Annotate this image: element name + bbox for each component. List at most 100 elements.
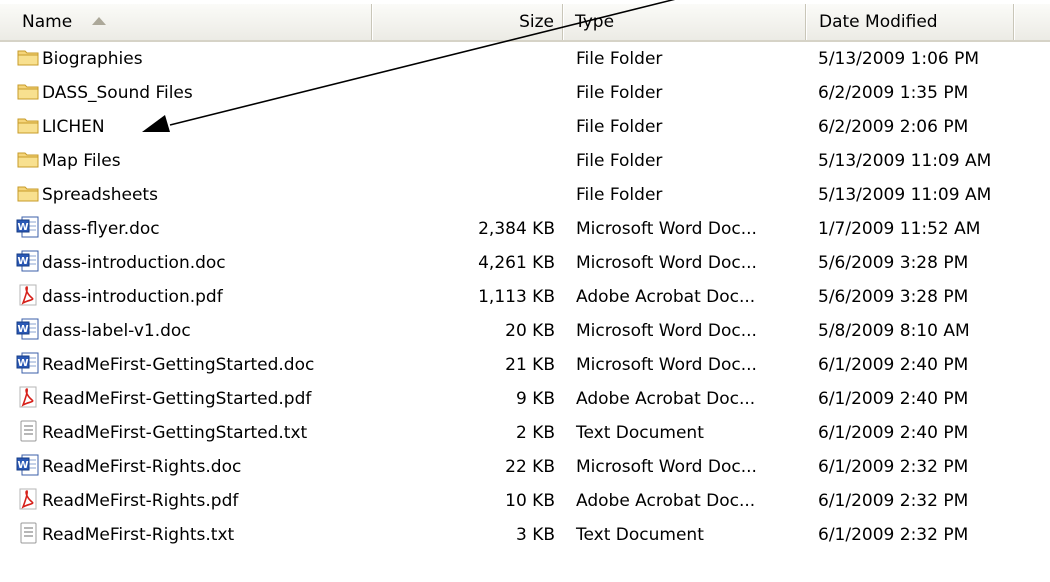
file-size: 21 KB [505, 355, 555, 375]
file-type: File Folder [576, 49, 663, 69]
file-name-cell[interactable]: W dass-label-v1.doc [16, 314, 376, 348]
file-name-cell[interactable]: W dass-flyer.doc [16, 212, 376, 246]
column-header-type[interactable]: Type [563, 4, 806, 40]
folder-icon [16, 147, 40, 171]
file-name: ReadMeFirst-Rights.doc [42, 457, 242, 477]
file-name-cell[interactable]: W ReadMeFirst-Rights.doc [16, 450, 376, 484]
file-type: Adobe Acrobat Doc... [576, 389, 756, 409]
file-date-modified: 5/6/2009 3:28 PM [818, 287, 969, 307]
file-name-cell[interactable]: ReadMeFirst-GettingStarted.pdf [16, 382, 376, 416]
file-date-modified: 5/8/2009 8:10 AM [818, 321, 970, 341]
file-size [372, 110, 555, 144]
file-size: 9 KB [515, 389, 555, 409]
file-date-modified: 6/1/2009 2:32 PM [818, 491, 969, 511]
text-doc-icon [16, 419, 40, 443]
word-doc-icon: W [16, 215, 40, 239]
file-name: ReadMeFirst-Rights.pdf [42, 491, 239, 511]
file-date-modified: 6/2/2009 1:35 PM [818, 83, 969, 103]
file-name: Map Files [42, 151, 121, 171]
file-name-cell[interactable]: LICHEN [16, 110, 376, 144]
column-header-bar: Name Size Type Date Modified [0, 4, 1050, 42]
file-name-cell[interactable]: DASS_Sound Files [16, 76, 376, 110]
file-size: 2 KB [515, 423, 555, 443]
file-name: dass-flyer.doc [42, 219, 160, 239]
file-date-modified: 5/13/2009 11:09 AM [818, 185, 992, 205]
file-row[interactable]: ReadMeFirst-GettingStarted.pdf 9 KB Adobe … [0, 382, 1050, 416]
column-header-date-modified[interactable]: Date Modified [806, 4, 1014, 40]
word-doc-icon: W [16, 453, 40, 477]
file-name-cell[interactable]: ReadMeFirst-Rights.pdf [16, 484, 376, 518]
file-size: 4,261 KB [478, 253, 555, 273]
file-name: Spreadsheets [42, 185, 158, 205]
column-header-size-label: Size [519, 12, 554, 32]
file-row[interactable]: W dass-introduction.doc 4,261 KB Microsoft… [0, 246, 1050, 280]
word-doc-icon: W [16, 317, 40, 341]
file-name: ReadMeFirst-GettingStarted.pdf [42, 389, 312, 409]
folder-row[interactable]: Biographies File Folder 5/13/2009 1:06 PM [0, 42, 1050, 76]
text-doc-icon [16, 521, 40, 545]
folder-row[interactable]: Map Files File Folder 5/13/2009 11:09 AM [0, 144, 1050, 178]
column-header-name-label: Name [22, 12, 73, 32]
file-name-cell[interactable]: Biographies [16, 42, 376, 76]
file-date-modified: 5/13/2009 1:06 PM [818, 49, 980, 69]
file-date-modified: 6/1/2009 2:40 PM [818, 355, 969, 375]
folder-row[interactable]: LICHEN File Folder 6/2/2009 2:06 PM [0, 110, 1050, 144]
file-type: Text Document [576, 423, 704, 443]
file-name-cell[interactable]: ReadMeFirst-Rights.txt [16, 518, 376, 552]
file-size: 10 KB [505, 491, 555, 511]
file-date-modified: 6/1/2009 2:32 PM [818, 525, 969, 545]
file-row[interactable]: W dass-label-v1.doc 20 KB Microsoft Word D… [0, 314, 1050, 348]
file-name: DASS_Sound Files [42, 83, 193, 103]
file-type: Adobe Acrobat Doc... [576, 287, 756, 307]
pdf-icon [16, 385, 40, 409]
file-name: LICHEN [42, 117, 105, 137]
file-size [372, 178, 555, 212]
file-size [372, 42, 555, 76]
file-name-cell[interactable]: W dass-introduction.doc [16, 246, 376, 280]
column-header-name[interactable]: Name [0, 4, 372, 40]
file-name: ReadMeFirst-Rights.txt [42, 525, 235, 545]
file-row[interactable]: ReadMeFirst-Rights.txt 3 KB Text Document 6… [0, 518, 1050, 552]
file-name: dass-introduction.doc [42, 253, 226, 273]
file-size: 3 KB [515, 525, 555, 545]
file-row[interactable]: dass-introduction.pdf 1,113 KB Adobe Acrob… [0, 280, 1050, 314]
pdf-icon [16, 283, 40, 307]
file-date-modified: 6/1/2009 2:40 PM [818, 389, 969, 409]
file-date-modified: 6/1/2009 2:40 PM [818, 423, 969, 443]
file-name: dass-introduction.pdf [42, 287, 223, 307]
file-name-cell[interactable]: W ReadMeFirst-GettingStarted.doc [16, 348, 376, 382]
file-name-cell[interactable]: ReadMeFirst-GettingStarted.txt [16, 416, 376, 450]
file-date-modified: 1/7/2009 11:52 AM [818, 219, 981, 239]
file-row[interactable]: W ReadMeFirst-GettingStarted.doc 21 KB Mic… [0, 348, 1050, 382]
sort-ascending-icon [91, 17, 106, 25]
svg-text:W: W [17, 324, 28, 335]
file-name-cell[interactable]: dass-introduction.pdf [16, 280, 376, 314]
column-header-type-label: Type [575, 12, 615, 32]
file-date-modified: 6/2/2009 2:06 PM [818, 117, 969, 137]
svg-text:W: W [17, 460, 28, 471]
file-row[interactable]: W ReadMeFirst-Rights.doc 22 KB Microsoft W… [0, 450, 1050, 484]
file-type: File Folder [576, 117, 663, 137]
file-type: Microsoft Word Doc... [576, 321, 757, 341]
column-header-size[interactable]: Size [372, 4, 563, 40]
file-size: 22 KB [505, 457, 555, 477]
file-type: Adobe Acrobat Doc... [576, 491, 756, 511]
file-list: Biographies File Folder 5/13/2009 1:06 PM … [0, 42, 1050, 552]
file-row[interactable]: ReadMeFirst-Rights.pdf 10 KB Adobe Acrobat… [0, 484, 1050, 518]
svg-text:W: W [17, 358, 28, 369]
folder-row[interactable]: DASS_Sound Files File Folder 6/2/2009 1:35… [0, 76, 1050, 110]
file-size: 20 KB [505, 321, 555, 341]
folder-icon [16, 113, 40, 137]
file-row[interactable]: ReadMeFirst-GettingStarted.txt 2 KB Text D… [0, 416, 1050, 450]
file-row[interactable]: W dass-flyer.doc 2,384 KB Microsoft Word D… [0, 212, 1050, 246]
folder-row[interactable]: Spreadsheets File Folder 5/13/2009 11:09 A… [0, 178, 1050, 212]
word-doc-icon: W [16, 249, 40, 273]
word-doc-icon: W [16, 351, 40, 375]
file-type: Microsoft Word Doc... [576, 355, 757, 375]
file-type: Microsoft Word Doc... [576, 253, 757, 273]
file-type: Text Document [576, 525, 704, 545]
file-name-cell[interactable]: Spreadsheets [16, 178, 376, 212]
column-header-date-label: Date Modified [819, 12, 938, 32]
file-size: 1,113 KB [478, 287, 555, 307]
file-name-cell[interactable]: Map Files [16, 144, 376, 178]
